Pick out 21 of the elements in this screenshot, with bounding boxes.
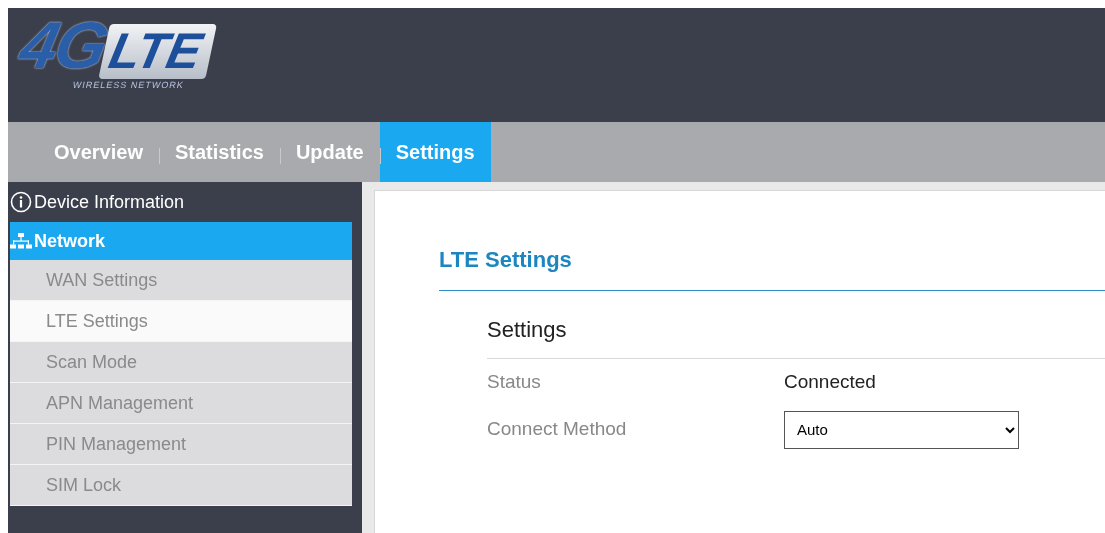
nav-tab[interactable]: Settings: [379, 122, 491, 182]
nav-tab[interactable]: Update: [279, 122, 380, 182]
field-label: Connect Method: [487, 417, 628, 442]
nav-tab[interactable]: Overview: [38, 122, 159, 182]
network-icon: [10, 232, 32, 250]
connect-method-select[interactable]: Auto: [784, 410, 1019, 449]
field-label: Status: [487, 370, 542, 395]
sidebar-item[interactable]: SIM Lock: [10, 465, 352, 506]
sidebar-group[interactable]: Device Information: [10, 182, 352, 222]
sidebar-item[interactable]: Scan Mode: [10, 342, 352, 383]
field-value: Connected: [784, 370, 876, 395]
sidebar-item[interactable]: PIN Management: [10, 424, 352, 465]
sidebar-item[interactable]: LTE Settings: [10, 301, 352, 342]
sidebar-item[interactable]: WAN Settings: [10, 260, 352, 301]
sidebar-group[interactable]: Network: [10, 222, 352, 260]
sidebar-item[interactable]: APN Management: [10, 383, 352, 424]
logo-tagline: WIRELESS NETWORK: [71, 79, 186, 92]
info-icon: [10, 191, 32, 213]
nav-tab[interactable]: Statistics: [158, 122, 280, 182]
page-title: LTE Settings: [439, 243, 1105, 291]
section-title: Settings: [487, 291, 1105, 359]
